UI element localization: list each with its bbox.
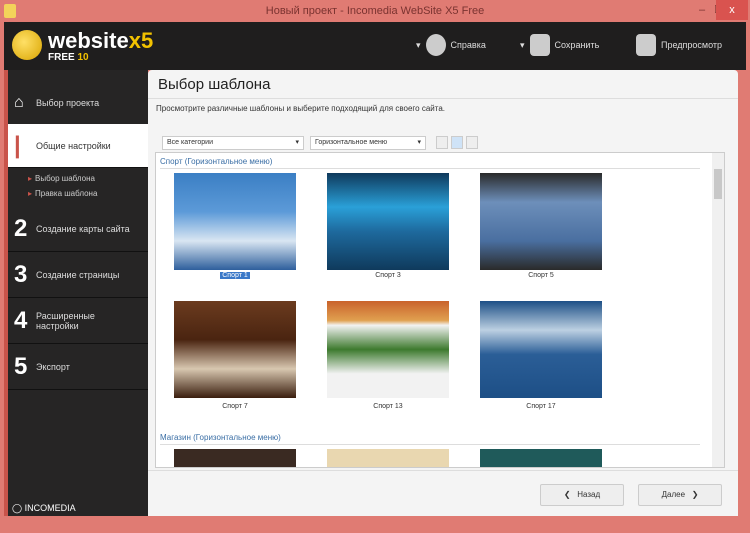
app-icon	[4, 4, 16, 18]
sidebar-item-page[interactable]: 3 Создание страницы	[8, 252, 148, 298]
minimize-button[interactable]: –	[692, 0, 712, 20]
sidebar-item-general[interactable]: | Общие настройки	[8, 124, 148, 168]
sidebar-item-project[interactable]: ⌂ Выбор проекта	[8, 80, 148, 126]
sidebar-item-label: Создание страницы	[36, 269, 120, 280]
window-title: Новый проект - Incomedia WebSite X5 Free	[265, 5, 485, 17]
save-icon	[529, 34, 550, 56]
logo-x5: x5	[128, 28, 154, 53]
template-label[interactable]: Спорт 7	[174, 403, 296, 410]
view-small-button[interactable]	[436, 136, 448, 149]
page-description: Просмотрите различные шаблоны и выберите…	[156, 104, 445, 113]
next-label: Далее	[661, 490, 686, 499]
sidebar-item-label: Общие настройки	[36, 140, 111, 151]
sidebar-item-sitemap[interactable]: 2 Создание карты сайта	[8, 206, 148, 252]
help-button[interactable]: ▾ Справка	[416, 34, 486, 56]
step-number: 3	[14, 260, 28, 288]
preview-icon	[636, 34, 656, 56]
template-thumbnail-sport-7[interactable]	[174, 301, 296, 398]
sidebar-item-advanced[interactable]: 4 Расширенные настройки	[8, 298, 148, 344]
sidebar-item-label: Экспорт	[36, 361, 70, 372]
page-title: Выбор шаблона	[158, 76, 271, 93]
template-gallery: Спорт (Горизонтальное меню) Спорт 1 Спор…	[155, 152, 725, 468]
wizard-footer: ❮ Назад Далее ❯	[148, 470, 738, 516]
save-button[interactable]: ▾ Сохранить	[520, 34, 599, 56]
template-label[interactable]: Спорт 3	[327, 272, 449, 279]
template-thumbnail-sport-17[interactable]	[480, 301, 602, 398]
preview-button[interactable]: Предпросмотр	[636, 34, 722, 56]
step-number: 2	[14, 214, 28, 242]
template-thumbnail[interactable]	[480, 449, 602, 467]
title-bar: Новый проект - Incomedia WebSite X5 Free…	[0, 0, 750, 22]
template-label[interactable]: Спорт 5	[480, 272, 602, 279]
template-label[interactable]: Спорт 13	[327, 403, 449, 410]
divider	[148, 98, 738, 99]
close-button[interactable]: x	[716, 0, 748, 20]
template-label[interactable]: Спорт 17	[480, 403, 602, 410]
preview-label: Предпросмотр	[661, 40, 723, 50]
logo-free: FREE	[48, 52, 75, 63]
subitem-template-select[interactable]: Выбор шаблона	[28, 174, 95, 183]
brand-text: INCOMEDIA	[24, 503, 76, 513]
template-thumbnail[interactable]	[327, 449, 449, 467]
active-marker: |	[14, 131, 21, 159]
menu-type-select[interactable]: Горизонтальное меню	[310, 136, 426, 150]
back-button[interactable]: ❮ Назад	[540, 484, 624, 506]
main-panel: Выбор шаблона Просмотрите различные шабл…	[148, 70, 738, 516]
next-button[interactable]: Далее ❯	[638, 484, 722, 506]
template-thumbnail-sport-3[interactable]	[327, 173, 449, 270]
category-select[interactable]: Все категории	[162, 136, 304, 150]
sidebar-item-label: Выбор проекта	[36, 97, 100, 108]
template-label[interactable]: Спорт 1	[174, 272, 296, 279]
template-thumbnail-sport-13[interactable]	[327, 301, 449, 398]
scrollbar-thumb[interactable]	[714, 169, 722, 199]
sidebar-item-label: Создание карты сайта	[36, 223, 130, 234]
logo-icon	[12, 30, 42, 60]
app-header: websitex5 FREE 10 ▾ Справка ▾ Сохранить Пр…	[4, 22, 746, 70]
sidebar: ⌂ Выбор проекта | Общие настройки Выбор ша…	[4, 70, 148, 516]
home-icon: ⌂	[14, 93, 24, 111]
template-thumbnail-sport-1[interactable]	[174, 173, 296, 270]
gallery-scrollbar[interactable]	[712, 153, 724, 467]
logo-text: websitex5	[48, 28, 153, 54]
save-label: Сохранить	[554, 40, 600, 50]
step-number: 4	[14, 306, 28, 334]
incomedia-logo: ◯ INCOMEDIA	[12, 503, 76, 513]
section-header: Спорт (Горизонтальное меню)	[160, 157, 700, 169]
logo-version: 10	[77, 52, 89, 63]
subitem-template-edit[interactable]: Правка шаблона	[28, 189, 97, 198]
step-number: 5	[14, 352, 28, 380]
view-medium-button[interactable]	[451, 136, 463, 149]
template-thumbnail[interactable]	[174, 449, 296, 467]
view-large-button[interactable]	[466, 136, 478, 149]
sidebar-item-label: Расширенные настройки	[36, 310, 95, 331]
help-icon	[425, 34, 446, 56]
sidebar-item-export[interactable]: 5 Экспорт	[8, 344, 148, 390]
help-label: Справка	[450, 40, 486, 50]
back-label: Назад	[577, 490, 601, 499]
section-header: Магазин (Горизонтальное меню)	[160, 433, 700, 445]
logo-word: website	[48, 28, 129, 53]
template-thumbnail-sport-5[interactable]	[480, 173, 602, 270]
logo-edition: FREE 10	[48, 52, 89, 63]
